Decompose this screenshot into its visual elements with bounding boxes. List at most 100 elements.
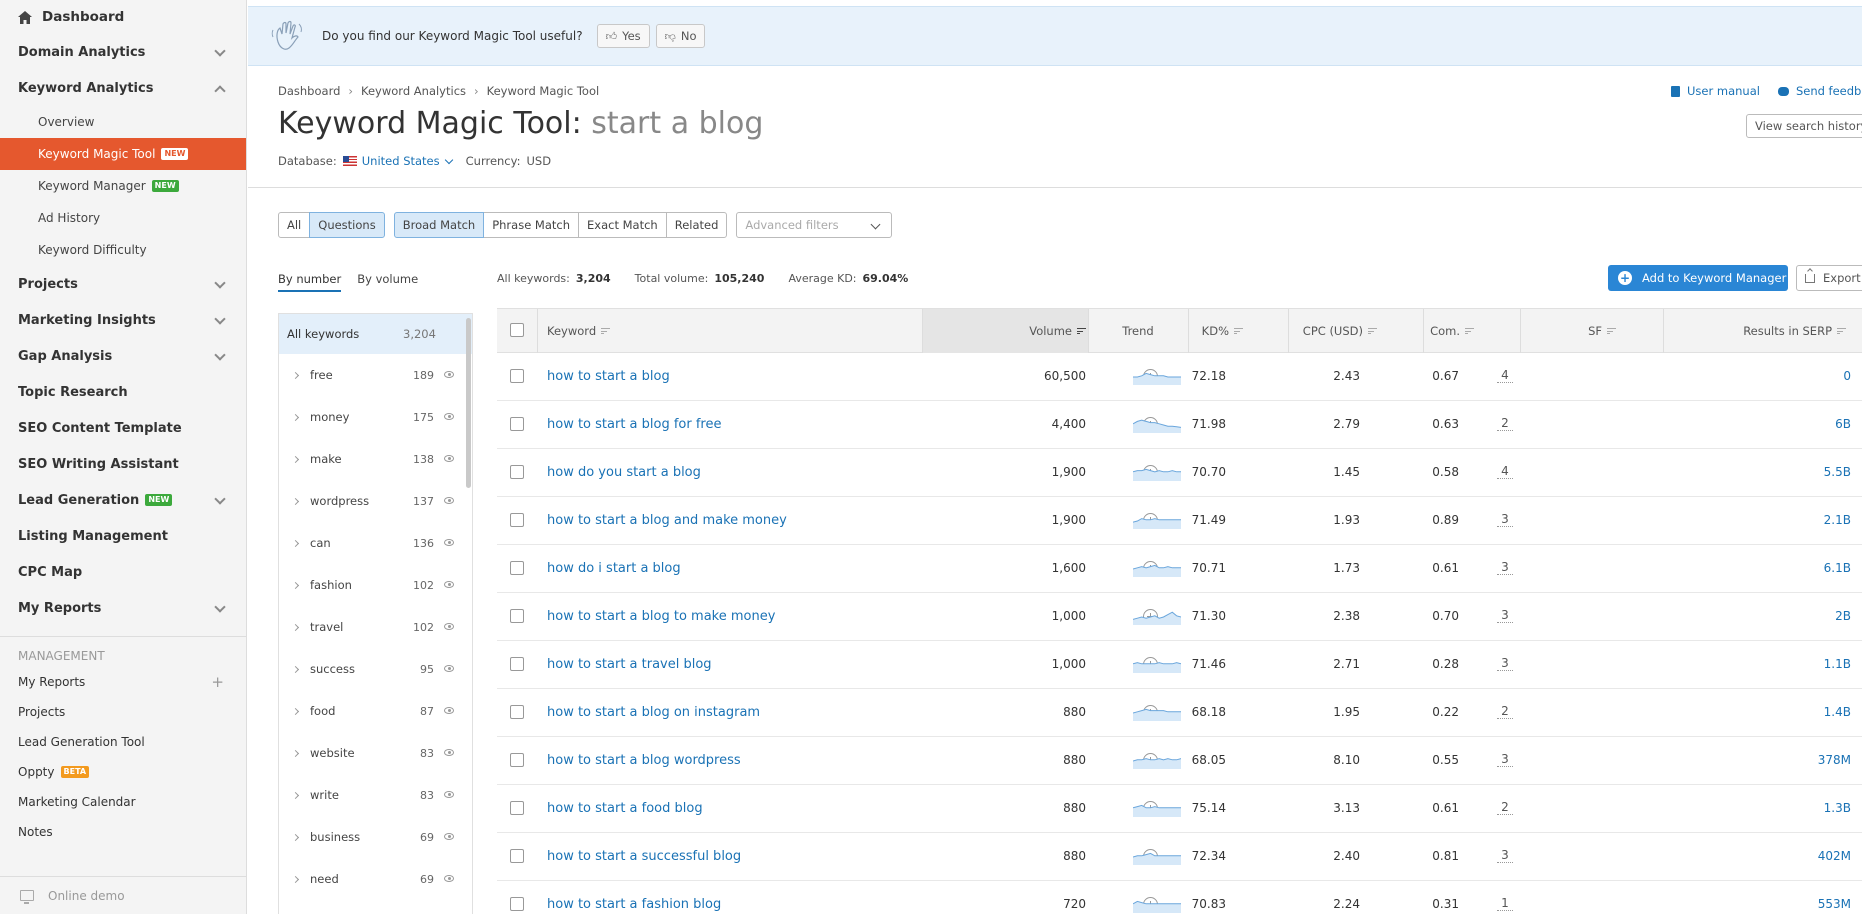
row-checkbox[interactable] bbox=[510, 513, 524, 527]
group-item-success[interactable]: success 95 bbox=[279, 648, 472, 690]
keyword-link[interactable]: how do i start a blog bbox=[547, 561, 681, 576]
group-all-keywords[interactable]: All keywords 3,204 bbox=[279, 314, 472, 354]
serp-features-link[interactable]: 2 bbox=[1497, 705, 1513, 719]
sidebar-item-gap-analysis[interactable]: Gap Analysis bbox=[0, 338, 246, 374]
group-item-make[interactable]: make 138 bbox=[279, 438, 472, 480]
sidebar-item-keyword-difficulty[interactable]: Keyword Difficulty bbox=[0, 234, 246, 266]
eye-icon[interactable] bbox=[444, 371, 454, 378]
row-checkbox[interactable] bbox=[510, 705, 524, 719]
keyword-link[interactable]: how to start a successful blog bbox=[547, 849, 741, 864]
sidebar-item-seo-content-template[interactable]: SEO Content Template bbox=[0, 410, 246, 446]
management-item-lead-generation-tool[interactable]: Lead Generation Tool bbox=[0, 727, 246, 757]
breadcrumb-link[interactable]: Dashboard bbox=[278, 84, 340, 98]
tab-by-number[interactable]: By number bbox=[278, 272, 342, 292]
results-in-serp-link[interactable]: 378M bbox=[1818, 753, 1851, 767]
keyword-link[interactable]: how to start a blog to make money bbox=[547, 609, 775, 624]
row-checkbox[interactable] bbox=[510, 369, 524, 383]
row-checkbox[interactable] bbox=[510, 657, 524, 671]
column-sf[interactable]: SF bbox=[1588, 324, 1616, 338]
sidebar-item-lead-generation[interactable]: Lead Generation NEW bbox=[0, 482, 246, 518]
sidebar-item-overview[interactable]: Overview bbox=[0, 106, 246, 138]
group-item-free[interactable]: free 189 bbox=[279, 354, 472, 396]
group-item-business[interactable]: business 69 bbox=[279, 816, 472, 858]
row-checkbox[interactable] bbox=[510, 849, 524, 863]
serp-features-link[interactable]: 3 bbox=[1497, 849, 1513, 863]
user-manual-link[interactable]: User manual bbox=[1687, 84, 1760, 98]
management-item-oppty[interactable]: Oppty BETA bbox=[0, 757, 246, 787]
results-in-serp-link[interactable]: 2B bbox=[1835, 609, 1851, 623]
serp-features-link[interactable]: 3 bbox=[1497, 657, 1513, 671]
row-checkbox[interactable] bbox=[510, 897, 524, 911]
database-select[interactable]: United States bbox=[362, 154, 440, 168]
column-results-in-serp[interactable]: Results in SERP bbox=[1743, 324, 1846, 338]
row-checkbox[interactable] bbox=[510, 417, 524, 431]
results-in-serp-link[interactable]: 1.3B bbox=[1824, 801, 1851, 815]
serp-features-link[interactable]: 2 bbox=[1497, 801, 1513, 815]
serp-features-link[interactable]: 4 bbox=[1497, 369, 1513, 383]
sidebar-item-my-reports[interactable]: My Reports bbox=[0, 590, 246, 626]
plus-icon[interactable]: + bbox=[211, 675, 224, 690]
sidebar-item-dashboard[interactable]: Dashboard bbox=[0, 0, 246, 34]
send-feedback-link[interactable]: Send feedback bbox=[1796, 84, 1862, 98]
serp-features-link[interactable]: 1 bbox=[1497, 897, 1513, 911]
group-item-can[interactable]: can 136 bbox=[279, 522, 472, 564]
management-item-marketing-calendar[interactable]: Marketing Calendar bbox=[0, 787, 246, 817]
groups-scrollbar[interactable] bbox=[466, 318, 471, 488]
sidebar-item-projects[interactable]: Projects bbox=[0, 266, 246, 302]
sidebar-item-keyword-magic-tool[interactable]: Keyword Magic Tool NEW bbox=[0, 138, 246, 170]
row-checkbox[interactable] bbox=[510, 753, 524, 767]
management-item-projects[interactable]: Projects bbox=[0, 697, 246, 727]
keyword-link[interactable]: how do you start a blog bbox=[547, 465, 701, 480]
sidebar-item-keyword-analytics[interactable]: Keyword Analytics bbox=[0, 70, 246, 106]
group-item-website[interactable]: website 83 bbox=[279, 732, 472, 774]
keyword-link[interactable]: how to start a food blog bbox=[547, 801, 703, 816]
results-in-serp-link[interactable]: 0 bbox=[1843, 369, 1851, 383]
advanced-filters-dropdown[interactable]: Advanced filters bbox=[736, 212, 893, 238]
results-in-serp-link[interactable]: 5.5B bbox=[1824, 465, 1851, 479]
tab-by-volume[interactable]: By volume bbox=[357, 272, 418, 292]
serp-features-link[interactable]: 4 bbox=[1497, 465, 1513, 479]
add-to-keyword-manager-button[interactable]: + Add to Keyword Manager bbox=[1608, 265, 1788, 291]
eye-icon[interactable] bbox=[444, 875, 454, 882]
keyword-link[interactable]: how to start a blog on instagram bbox=[547, 705, 760, 720]
no-button[interactable]: 👎︎ No bbox=[655, 24, 706, 48]
results-in-serp-link[interactable]: 6.1B bbox=[1824, 561, 1851, 575]
yes-button[interactable]: 👍︎ Yes bbox=[596, 24, 650, 48]
keyword-link[interactable]: how to start a travel blog bbox=[547, 657, 712, 672]
management-item-my-reports[interactable]: My Reports + bbox=[0, 667, 246, 697]
management-item-notes[interactable]: Notes bbox=[0, 817, 246, 847]
online-demo-button[interactable]: Online demo bbox=[0, 876, 247, 914]
export-button[interactable]: Export bbox=[1796, 265, 1862, 291]
chevron-down-icon[interactable] bbox=[444, 155, 453, 164]
eye-icon[interactable] bbox=[444, 539, 454, 546]
group-item-fashion[interactable]: fashion 102 bbox=[279, 564, 472, 606]
broad-match-button[interactable]: Broad Match bbox=[393, 212, 485, 238]
serp-features-link[interactable]: 3 bbox=[1497, 513, 1513, 527]
eye-icon[interactable] bbox=[444, 791, 454, 798]
serp-features-link[interactable]: 2 bbox=[1497, 417, 1513, 431]
view-search-history-button[interactable]: View search history bbox=[1746, 114, 1862, 138]
results-in-serp-link[interactable]: 402M bbox=[1818, 849, 1851, 863]
phrase-match-button[interactable]: Phrase Match bbox=[483, 212, 580, 238]
filter-questions-button[interactable]: Questions bbox=[309, 212, 385, 238]
results-in-serp-link[interactable]: 1.4B bbox=[1824, 705, 1851, 719]
row-checkbox[interactable] bbox=[510, 561, 524, 575]
eye-icon[interactable] bbox=[444, 413, 454, 420]
column-volume[interactable]: Volume bbox=[1029, 324, 1086, 338]
group-item-money[interactable]: money 175 bbox=[279, 396, 472, 438]
eye-icon[interactable] bbox=[444, 749, 454, 756]
row-checkbox[interactable] bbox=[510, 801, 524, 815]
column-com[interactable]: Com. bbox=[1430, 324, 1474, 338]
keyword-link[interactable]: how to start a blog wordpress bbox=[547, 753, 741, 768]
results-in-serp-link[interactable]: 1.1B bbox=[1824, 657, 1851, 671]
group-item-need[interactable]: need 69 bbox=[279, 858, 472, 900]
sidebar-item-marketing-insights[interactable]: Marketing Insights bbox=[0, 302, 246, 338]
eye-icon[interactable] bbox=[444, 665, 454, 672]
results-in-serp-link[interactable]: 553M bbox=[1818, 897, 1851, 911]
eye-icon[interactable] bbox=[444, 623, 454, 630]
group-item-write[interactable]: write 83 bbox=[279, 774, 472, 816]
group-item-food[interactable]: food 87 bbox=[279, 690, 472, 732]
keyword-link[interactable]: how to start a blog and make money bbox=[547, 513, 787, 528]
group-item-travel[interactable]: travel 102 bbox=[279, 606, 472, 648]
results-in-serp-link[interactable]: 2.1B bbox=[1824, 513, 1851, 527]
